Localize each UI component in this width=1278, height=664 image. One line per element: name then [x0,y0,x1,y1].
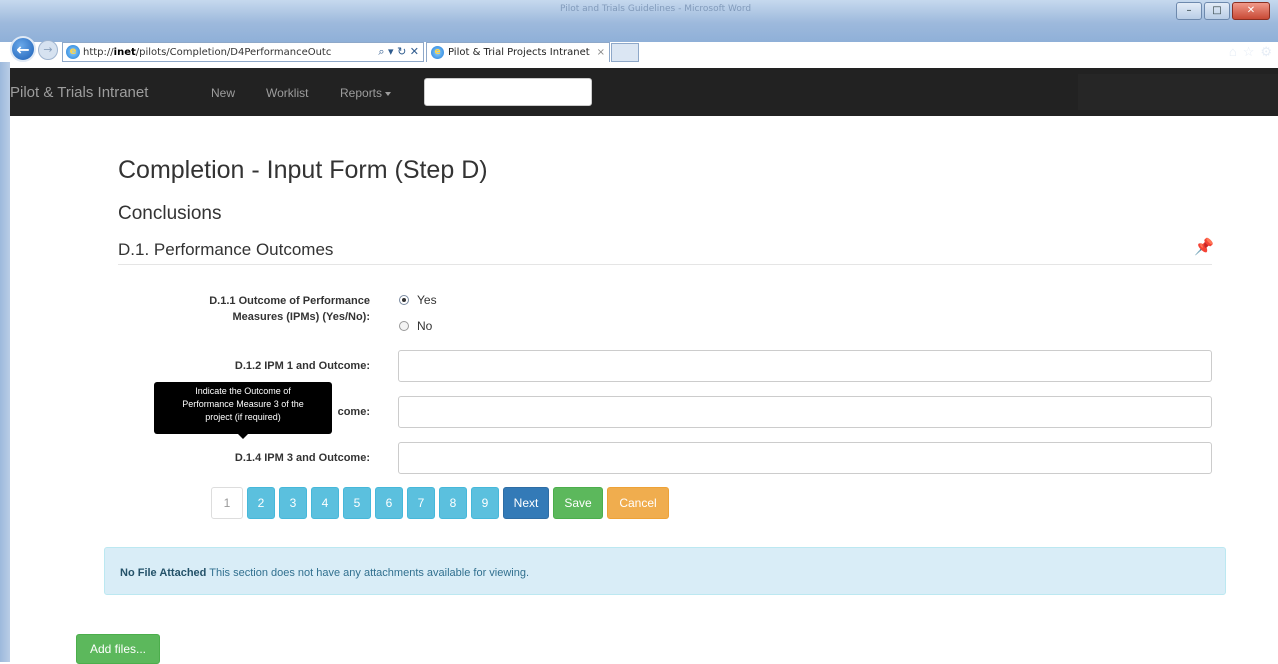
nav-worklist[interactable]: Worklist [266,86,308,100]
page-button-5[interactable]: 5 [343,487,371,519]
pin-icon[interactable]: 📌 [1194,237,1214,257]
add-files-button[interactable]: Add files... [76,634,160,664]
app-navbar: Pilot & Trials Intranet New Worklist Rep… [10,68,1278,116]
ie-page-icon: e [66,45,80,59]
browser-right-icons: ⌂ ☆ ⚙ [1229,44,1272,60]
divider [118,264,1212,265]
tab-title: Pilot & Trial Projects Intranet [448,47,590,58]
url-prefix: http:// [83,46,114,58]
favorites-star-icon[interactable]: ☆ [1243,44,1255,60]
ipm1-outcome-input[interactable] [398,350,1212,382]
ipm2-outcome-input[interactable] [398,396,1212,428]
window-left-border [0,62,10,662]
q1-label-line2: Measures (IPMs) (Yes/No): [232,311,370,323]
nav-new[interactable]: New [211,86,235,100]
radio-yes[interactable] [399,295,409,305]
tooltip-line1: Indicate the Outcome of [195,386,291,396]
url-text[interactable]: http://inet/pilots/Completion/D4Performa… [83,47,374,58]
radio-no[interactable] [399,321,409,331]
radio-no-label: No [417,319,433,333]
page-title: Completion - Input Form (Step D) [118,156,488,184]
window-controls: – □ ✕ [1176,2,1270,20]
q1-label-line1: D.1.1 Outcome of Performance [209,295,370,307]
save-button[interactable]: Save [553,487,603,519]
page-button-4[interactable]: 4 [311,487,339,519]
q1-option-yes[interactable]: Yes [399,293,437,307]
new-tab-button[interactable] [611,43,639,62]
home-icon[interactable]: ⌂ [1229,44,1237,60]
q2-label: D.1.2 IPM 1 and Outcome: [234,360,370,372]
page-button-1[interactable]: 1 [211,487,243,519]
alert-strong: No File Attached [120,567,207,579]
step-pager: 1 2 3 4 5 6 7 8 9 Next Save Cancel [211,487,669,519]
ipm3-outcome-input[interactable] [398,442,1212,474]
url-path: /pilots/Completion/D4PerformanceOutc [135,46,332,58]
q1-option-no[interactable]: No [399,319,432,333]
tooltip-arrow [238,434,248,439]
page-button-2[interactable]: 2 [247,487,275,519]
q1-label: D.1.1 Outcome of Performance Measures (I… [209,293,370,325]
nav-reports-label: Reports [340,86,383,100]
navbar-brand[interactable]: Pilot & Trials Intranet [10,84,148,101]
tooltip: Indicate the Outcome of Performance Meas… [154,382,332,439]
tab-close-icon[interactable]: × [597,47,605,58]
window-title: Pilot and Trials Guidelines - Microsoft … [560,4,752,14]
radio-yes-label: Yes [417,293,437,307]
cancel-button[interactable]: Cancel [607,487,669,519]
back-button[interactable]: ← [10,36,36,62]
page-button-7[interactable]: 7 [407,487,435,519]
subsection-title: D.1. Performance Outcomes [118,240,334,259]
navbar-right-area [1078,74,1278,110]
window-titlebar: Pilot and Trials Guidelines - Microsoft … [0,0,1278,42]
q4-label: D.1.4 IPM 3 and Outcome: [234,452,370,464]
attachments-alert: No File Attached This section does not h… [104,547,1226,595]
section-title: Conclusions [118,203,222,224]
alert-text: This section does not have any attachmen… [206,567,530,579]
next-button[interactable]: Next [503,487,549,519]
browser-tab[interactable]: e Pilot & Trial Projects Intranet × [426,42,610,62]
tooltip-line3: project (if required) [205,412,281,422]
settings-gear-icon[interactable]: ⚙ [1260,44,1272,60]
q3-label: come: [337,406,370,418]
caret-down-icon [385,91,392,96]
minimize-button[interactable]: – [1176,2,1202,20]
close-window-button[interactable]: ✕ [1232,2,1270,20]
address-bar[interactable]: e http://inet/pilots/Completion/D4Perfor… [62,42,424,62]
maximize-button[interactable]: □ [1204,2,1230,20]
page-button-8[interactable]: 8 [439,487,467,519]
page-button-3[interactable]: 3 [279,487,307,519]
tooltip-line2: Performance Measure 3 of the [182,399,304,409]
page-button-9[interactable]: 9 [471,487,499,519]
navbar-search-input[interactable] [424,78,592,106]
nav-reports[interactable]: Reports [340,86,392,100]
forward-button[interactable]: → [38,40,58,60]
page-button-6[interactable]: 6 [375,487,403,519]
url-host: inet [113,46,136,58]
ie-tab-icon: e [431,46,444,59]
address-tools[interactable]: ⌕ ▾ ↻ ✕ [374,45,423,59]
